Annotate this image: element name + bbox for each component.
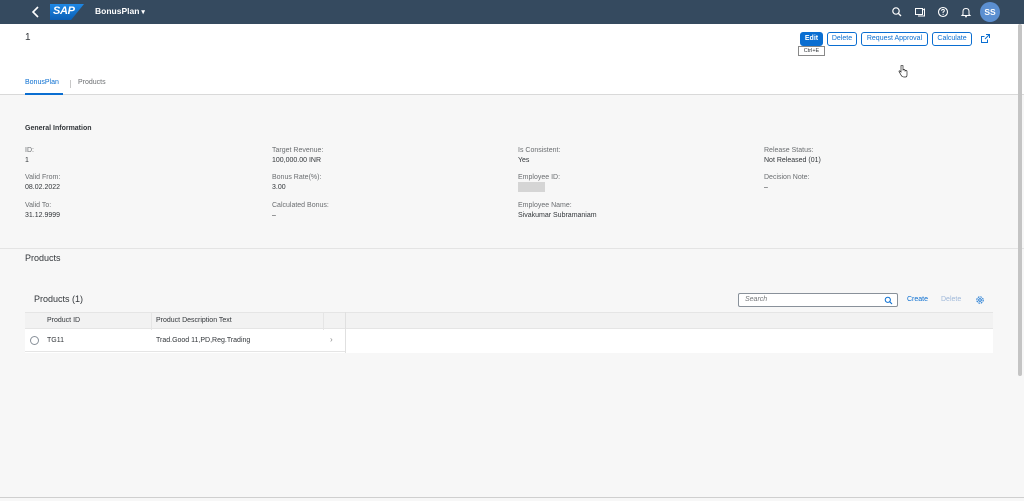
tab-products[interactable]: Products <box>78 79 106 86</box>
caret-down-icon: ▾ <box>141 9 145 16</box>
cell-product-id: TG11 <box>47 337 64 344</box>
help-icon[interactable] <box>937 6 949 18</box>
general-information-section: General Information ID: 1 Valid From: 08… <box>0 96 1024 248</box>
field-target-revenue: Target Revenue: 100,000.00 INR <box>272 146 492 166</box>
field-valid-from: Valid From: 08.02.2022 <box>25 173 245 193</box>
section-divider <box>0 248 1024 249</box>
column-header-description[interactable]: Product Description Text <box>156 317 232 324</box>
gear-icon[interactable] <box>975 295 985 305</box>
section-title: General Information <box>25 125 92 132</box>
object-page-header: 1 Edit Delete Request Approval Calculate… <box>0 24 1024 95</box>
bottom-border <box>0 497 1024 498</box>
share-icon[interactable] <box>980 33 991 44</box>
edit-shortcut-tooltip: Ctrl+E <box>798 46 825 56</box>
app-title-menu[interactable]: BonusPlan ▾ <box>95 6 145 16</box>
field-value: Yes <box>518 157 530 164</box>
field-value <box>518 182 738 193</box>
shell-bar: SAP BonusPlan ▾ SS <box>0 0 1024 24</box>
field-value: 3.00 <box>272 184 286 191</box>
delete-row-button[interactable]: Delete <box>941 296 961 303</box>
sap-logo[interactable]: SAP <box>50 4 84 20</box>
column-separator <box>151 313 152 330</box>
field-value: Not Released (01) <box>764 157 821 164</box>
notifications-list-icon[interactable] <box>914 6 926 18</box>
field-label: Valid To: <box>25 202 52 209</box>
search-icon[interactable] <box>891 6 903 18</box>
field-label: Is Consistent: <box>518 147 561 154</box>
field-label: Employee Name: <box>518 202 572 209</box>
delete-button[interactable]: Delete <box>827 32 857 46</box>
field-label: Calculated Bonus: <box>272 202 329 209</box>
field-label: Release Status: <box>764 147 814 154</box>
field-label: Decision Note: <box>764 174 810 181</box>
field-label: Valid From: <box>25 174 61 181</box>
search-placeholder: Search <box>745 296 768 303</box>
tab-bonusplan[interactable]: BonusPlan <box>25 79 59 86</box>
products-section-title: Products <box>25 253 61 263</box>
field-value: Sivakumar Subramaniam <box>518 212 597 219</box>
object-title: 1 <box>25 32 31 43</box>
field-employee-id: Employee ID: <box>518 173 738 193</box>
field-label: Bonus Rate(%): <box>272 174 322 181</box>
app-title: BonusPlan <box>95 6 140 16</box>
field-value: – <box>764 184 768 191</box>
edit-button[interactable]: Edit <box>800 32 823 46</box>
create-button[interactable]: Create <box>907 296 928 303</box>
field-id: ID: 1 <box>25 146 245 166</box>
user-avatar[interactable]: SS <box>980 2 1000 22</box>
column-header-product-id[interactable]: Product ID <box>47 317 80 324</box>
field-value: 08.02.2022 <box>25 184 61 191</box>
cell-description: Trad.Good 11,PD,Reg.Trading <box>156 337 251 344</box>
field-valid-to: Valid To: 31.12.9999 <box>25 201 245 221</box>
field-value: 100,000.00 INR <box>272 157 322 164</box>
table-title: Products (1) <box>34 294 84 304</box>
field-is-consistent: Is Consistent: Yes <box>518 146 738 166</box>
field-label: Target Revenue: <box>272 147 324 154</box>
chevron-right-icon[interactable]: › <box>330 335 333 344</box>
field-label: Employee ID: <box>518 174 561 181</box>
field-value: 1 <box>25 157 29 164</box>
field-bonus-rate: Bonus Rate(%): 3.00 <box>272 173 492 193</box>
anchor-bar: BonusPlan Products <box>0 74 1024 95</box>
column-separator <box>323 313 324 330</box>
calculate-button[interactable]: Calculate <box>932 32 972 46</box>
table-header: Product ID Product Description Text <box>25 312 993 330</box>
field-calculated-bonus: Calculated Bonus: – <box>272 201 492 221</box>
tab-separator <box>70 80 71 88</box>
field-label: ID: <box>25 147 34 154</box>
page-scrollbar[interactable] <box>1018 24 1022 376</box>
table-column-divider <box>345 312 346 353</box>
bell-icon[interactable] <box>960 6 972 18</box>
request-approval-button[interactable]: Request Approval <box>861 32 928 46</box>
products-table: Product ID Product Description Text TG11… <box>25 312 993 353</box>
masked-value <box>518 182 545 193</box>
tab-selected-indicator <box>25 93 63 95</box>
field-release-status: Release Status: Not Released (01) <box>764 146 984 166</box>
row-select-radio[interactable] <box>30 336 39 345</box>
field-decision-note: Decision Note: – <box>764 173 984 193</box>
table-row[interactable]: TG11 Trad.Good 11,PD,Reg.Trading › <box>25 330 345 352</box>
field-value: – <box>272 212 276 219</box>
search-icon[interactable] <box>884 296 893 305</box>
field-employee-name: Employee Name: Sivakumar Subramaniam <box>518 201 738 221</box>
search-input[interactable]: Search <box>738 293 898 307</box>
field-value: 31.12.9999 <box>25 212 61 219</box>
back-icon[interactable] <box>30 5 42 19</box>
